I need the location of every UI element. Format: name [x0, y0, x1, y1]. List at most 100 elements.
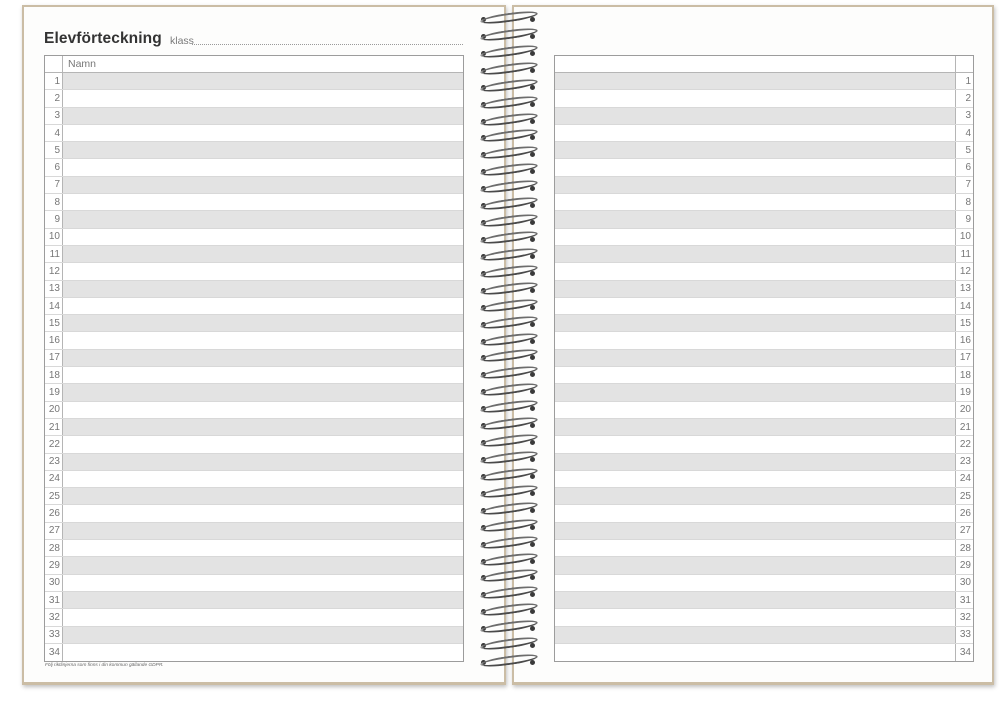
table-row[interactable]: 10 [45, 228, 463, 246]
table-row[interactable]: 3 [45, 107, 463, 125]
table-row[interactable]: 2 [555, 90, 973, 108]
table-row[interactable]: 25 [45, 488, 463, 506]
table-row[interactable]: 8 [45, 194, 463, 212]
table-row[interactable]: 29 [555, 557, 973, 575]
table-row[interactable]: 27 [555, 522, 973, 541]
spiral-wire [479, 432, 539, 450]
spiral-coil [474, 635, 544, 653]
punch-hole [530, 270, 535, 276]
table-row[interactable]: 5 [555, 142, 973, 160]
table-row[interactable]: 32 [45, 609, 463, 627]
spiral-wire [479, 465, 539, 483]
table-row[interactable]: 34 [555, 643, 973, 662]
table-row[interactable]: 5 [45, 142, 463, 160]
table-row[interactable]: 19 [45, 384, 463, 402]
table-row[interactable]: 28 [555, 540, 973, 558]
row-number: 15 [955, 315, 973, 332]
spiral-wire [479, 499, 539, 517]
table-row[interactable]: 15 [555, 315, 973, 333]
klass-input-line[interactable] [192, 44, 463, 45]
spiral-wire [479, 652, 539, 670]
table-row[interactable]: 7 [45, 176, 463, 195]
table-row[interactable]: 26 [45, 505, 463, 523]
table-row[interactable]: 31 [555, 591, 973, 610]
table-row[interactable]: 23 [45, 453, 463, 471]
row-number: 34 [45, 643, 63, 662]
table-row[interactable]: 3 [555, 107, 973, 125]
table-row[interactable]: 33 [45, 626, 463, 644]
table-row[interactable]: 1 [45, 73, 463, 91]
spiral-coil [474, 9, 544, 26]
table-row[interactable]: 26 [555, 505, 973, 523]
table-row[interactable]: 23 [555, 453, 973, 471]
table-row[interactable]: 25 [555, 488, 973, 506]
table-row[interactable]: 20 [555, 401, 973, 419]
table-row[interactable]: 13 [45, 280, 463, 298]
table-row[interactable]: 27 [45, 522, 463, 541]
row-number: 12 [45, 263, 63, 280]
spiral-coil [474, 432, 544, 450]
punch-hole [530, 152, 535, 158]
table-row[interactable]: 24 [555, 470, 973, 489]
row-number: 21 [45, 418, 63, 436]
table-row[interactable]: 6 [555, 159, 973, 177]
table-row[interactable]: 15 [45, 315, 463, 333]
spiral-coil [474, 144, 544, 162]
table-row[interactable]: 31 [45, 591, 463, 610]
spiral-wire [479, 59, 539, 77]
table-row[interactable]: 11 [45, 245, 463, 264]
table-row[interactable]: 30 [555, 574, 973, 592]
table-row[interactable]: 9 [45, 211, 463, 229]
table-row[interactable]: 33 [555, 626, 973, 644]
row-number: 14 [45, 297, 63, 315]
spiral-coil [474, 516, 544, 534]
number-column-header [45, 56, 63, 72]
table-row[interactable]: 29 [45, 557, 463, 575]
punch-hole [530, 220, 535, 226]
table-row[interactable]: 20 [45, 401, 463, 419]
table-row[interactable]: 4 [45, 124, 463, 143]
row-number: 23 [955, 453, 973, 470]
table-row[interactable]: 17 [555, 349, 973, 368]
table-row[interactable]: 28 [45, 540, 463, 558]
row-number: 19 [45, 384, 63, 401]
table-row[interactable]: 14 [45, 297, 463, 316]
punch-hole [530, 186, 535, 192]
table-row[interactable]: 22 [555, 436, 973, 454]
table-row[interactable]: 17 [45, 349, 463, 368]
table-row[interactable]: 11 [555, 245, 973, 264]
table-row[interactable]: 10 [555, 228, 973, 246]
punch-hole [530, 389, 535, 395]
table-row[interactable]: 21 [45, 418, 463, 437]
table-row[interactable]: 4 [555, 124, 973, 143]
spiral-coil [474, 76, 544, 94]
row-number: 32 [955, 609, 973, 626]
table-row[interactable]: 24 [45, 470, 463, 489]
table-row[interactable]: 6 [45, 159, 463, 177]
row-number: 19 [955, 384, 973, 401]
table-row[interactable]: 21 [555, 418, 973, 437]
table-row[interactable]: 18 [555, 367, 973, 385]
table-row[interactable]: 18 [45, 367, 463, 385]
row-number: 17 [45, 349, 63, 367]
punch-hole [530, 17, 535, 22]
table-row[interactable]: 2 [45, 90, 463, 108]
table-row[interactable]: 16 [45, 332, 463, 350]
table-row[interactable]: 9 [555, 211, 973, 229]
row-number: 4 [955, 124, 973, 142]
table-row[interactable]: 12 [555, 263, 973, 281]
table-row[interactable]: 30 [45, 574, 463, 592]
spiral-wire [479, 516, 539, 534]
table-row[interactable]: 14 [555, 297, 973, 316]
table-row[interactable]: 12 [45, 263, 463, 281]
table-row[interactable]: 32 [555, 609, 973, 627]
table-row[interactable]: 1 [555, 73, 973, 91]
table-row[interactable]: 8 [555, 194, 973, 212]
table-row[interactable]: 19 [555, 384, 973, 402]
table-row[interactable]: 34 [45, 643, 463, 662]
table-row[interactable]: 16 [555, 332, 973, 350]
table-row[interactable]: 22 [45, 436, 463, 454]
row-number: 16 [45, 332, 63, 349]
table-row[interactable]: 13 [555, 280, 973, 298]
table-row[interactable]: 7 [555, 176, 973, 195]
